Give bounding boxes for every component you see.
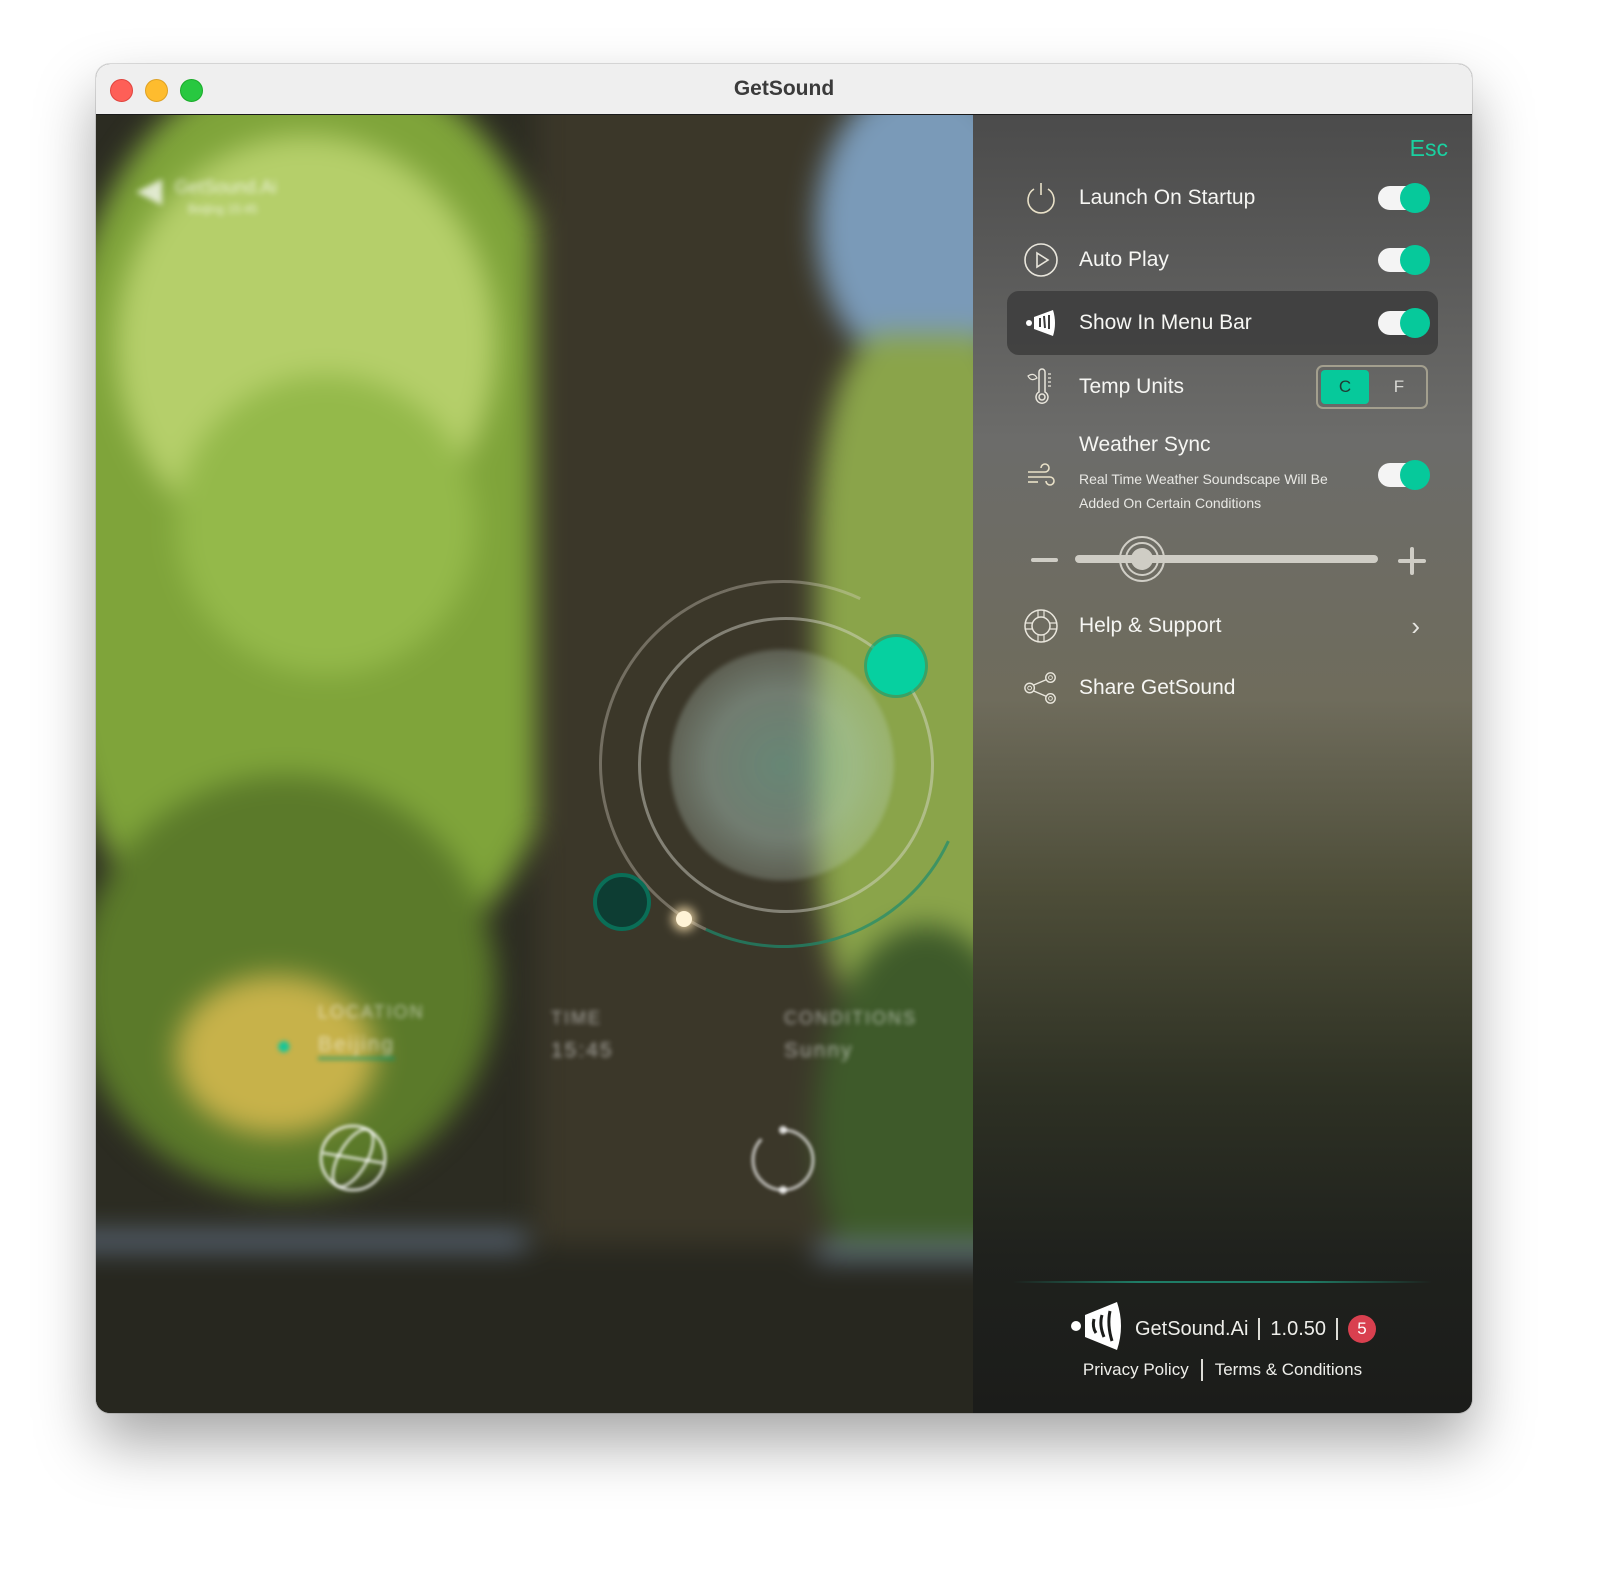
title-bar: GetSound xyxy=(96,64,1472,115)
setting-show-in-menu-bar: Show In Menu Bar xyxy=(1007,291,1438,355)
share-getsound-item[interactable]: Share GetSound xyxy=(1007,657,1438,719)
wind-icon xyxy=(1023,457,1059,493)
getsound-logo-icon: ◀ xyxy=(136,171,163,209)
toggle-knob xyxy=(1400,183,1430,213)
weather-sync-description-line2: Added On Certain Conditions xyxy=(1079,495,1262,511)
separator xyxy=(1336,1318,1339,1340)
setting-auto-play: Auto Play xyxy=(1007,229,1438,291)
window-title: GetSound xyxy=(733,77,835,100)
location-value: Beijing xyxy=(318,1033,396,1060)
temp-unit-celsius[interactable]: C xyxy=(1321,370,1369,404)
setting-temp-units: Temp Units C F xyxy=(1007,355,1438,419)
help-support-label: Help & Support xyxy=(1079,614,1222,637)
volume-slider-track[interactable] xyxy=(1075,536,1378,582)
time-label: TIME xyxy=(551,1008,602,1028)
setting-weather-sync: Weather Sync Real Time Weather Soundscap… xyxy=(1007,433,1438,523)
toggle-knob xyxy=(1400,245,1430,275)
orbit-marker-timer[interactable] xyxy=(593,873,651,931)
lifebuoy-icon xyxy=(1023,608,1059,644)
footer-links-row: Privacy Policy Terms & Conditions xyxy=(973,1359,1472,1381)
scene-logo: ◀ GetSound.Ai Beijing 15:45 xyxy=(136,170,277,216)
scene-brand-sub: Beijing 15:45 xyxy=(188,202,258,216)
help-support-item[interactable]: Help & Support › xyxy=(1007,595,1438,657)
terms-conditions-link[interactable]: Terms & Conditions xyxy=(1215,1360,1362,1380)
footer-brand-row: GetSound.Ai 1.0.50 5 xyxy=(973,1299,1472,1359)
background-scene: ◀ GetSound.Ai Beijing 15:45 LOCATION Bei… xyxy=(96,115,973,1413)
volume-slider-thumb[interactable] xyxy=(1118,536,1165,582)
location-label: LOCATION xyxy=(318,1002,425,1022)
separator xyxy=(1200,1359,1203,1381)
footer-brand: GetSound.Ai xyxy=(1134,1317,1249,1340)
toggle-knob xyxy=(1400,308,1430,338)
share-icon xyxy=(1023,670,1059,706)
orbit-spark xyxy=(676,911,692,927)
temp-unit-fahrenheit[interactable]: F xyxy=(1375,370,1423,404)
chevron-right-icon: › xyxy=(1411,610,1420,641)
setting-label: Show In Menu Bar xyxy=(1079,311,1252,334)
power-icon xyxy=(1023,180,1059,216)
weather-sync-description-line1: Real Time Weather Soundscape Will Be xyxy=(1079,471,1328,487)
setting-label: Auto Play xyxy=(1079,248,1169,271)
setting-launch-on-startup: Launch On Startup xyxy=(1007,167,1438,229)
footer-divider xyxy=(1013,1281,1432,1283)
conditions-label: CONDITIONS xyxy=(784,1008,918,1028)
play-circle-icon xyxy=(1023,242,1059,278)
location-pin-icon: ● xyxy=(276,1030,294,1060)
footer-version: 1.0.50 xyxy=(1270,1317,1327,1340)
conditions-value: Sunny xyxy=(784,1039,854,1062)
toggle-knob xyxy=(1400,460,1430,490)
share-getsound-label: Share GetSound xyxy=(1079,676,1236,699)
settings-panel: Esc Launch On Startup Auto Play Show In … xyxy=(973,115,1472,1413)
refresh-icon[interactable] xyxy=(750,1125,816,1195)
orbit-marker-active[interactable] xyxy=(867,637,925,695)
launch-on-startup-toggle[interactable] xyxy=(1378,183,1430,213)
setting-label: Launch On Startup xyxy=(1079,186,1256,209)
setting-label: Temp Units xyxy=(1079,375,1185,398)
globe-icon[interactable] xyxy=(318,1123,388,1193)
scene-brand: GetSound.Ai xyxy=(174,177,277,197)
volume-down-button[interactable] xyxy=(1031,558,1058,562)
separator xyxy=(1258,1318,1261,1340)
notification-badge[interactable]: 5 xyxy=(1348,1315,1377,1343)
esc-button[interactable]: Esc xyxy=(1410,135,1448,162)
time-value: 15:45 xyxy=(551,1039,614,1062)
thermometer-icon xyxy=(1023,368,1059,405)
app-window: GetSound ◀ GetSound.Ai Beijing 15:45 LOC… xyxy=(96,64,1472,1413)
temp-units-segmented-control: C F xyxy=(1316,365,1428,409)
show-in-menu-bar-toggle[interactable] xyxy=(1378,308,1430,338)
sound-orb xyxy=(670,647,894,883)
setting-label: Weather Sync xyxy=(1079,433,1211,456)
getsound-logo-icon xyxy=(1069,1299,1125,1359)
volume-up-button[interactable] xyxy=(1398,547,1426,575)
volume-slider xyxy=(1007,535,1438,585)
auto-play-toggle[interactable] xyxy=(1378,245,1430,275)
privacy-policy-link[interactable]: Privacy Policy xyxy=(1083,1360,1189,1380)
scene-overlay: ◀ GetSound.Ai Beijing 15:45 LOCATION Bei… xyxy=(96,115,973,1413)
getsound-logo-icon xyxy=(1023,305,1059,341)
weather-sync-toggle[interactable] xyxy=(1378,460,1430,490)
